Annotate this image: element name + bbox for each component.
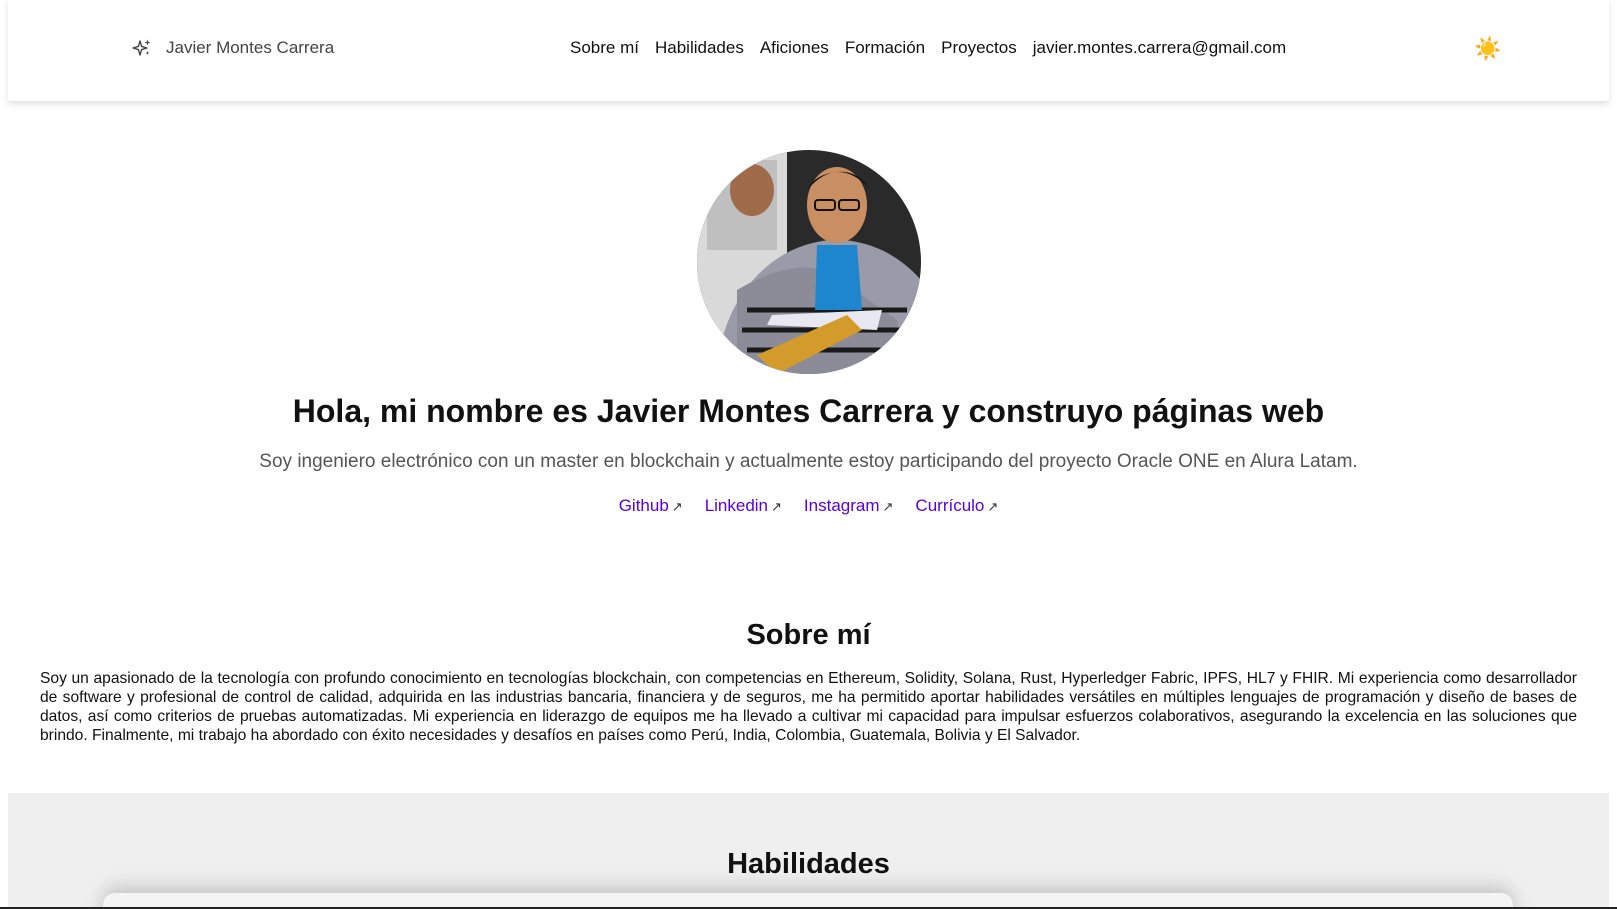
external-link-icon: ↗ (671, 499, 683, 514)
nav-item-sobre-mi[interactable]: Sobre mí (570, 38, 639, 58)
nav-item-aficiones[interactable]: Aficiones (760, 38, 829, 58)
nav-item-proyectos[interactable]: Proyectos (941, 38, 1017, 58)
top-navbar: Javier Montes Carrera Sobre mí Habilidad… (8, 0, 1609, 101)
github-link-label: Github (618, 496, 669, 515)
hero-title: Hola, mi nombre es Javier Montes Carrera… (292, 393, 1325, 429)
curriculo-link-label: Currículo (915, 496, 985, 515)
curriculo-link[interactable]: Currículo ↗ (915, 496, 998, 516)
instagram-link-label: Instagram (803, 496, 880, 515)
about-paragraph: Soy un apasionado de la tecnología con p… (40, 670, 1577, 744)
external-link-icon: ↗ (882, 499, 894, 514)
main-nav: Sobre mí Habilidades Aficiones Formación… (570, 38, 1286, 58)
brand[interactable]: Javier Montes Carrera (132, 38, 334, 58)
nav-item-formacion[interactable]: Formación (845, 38, 925, 58)
nav-item-email[interactable]: javier.montes.carrera@gmail.com (1033, 38, 1286, 58)
sparkles-icon (132, 38, 152, 58)
portfolio-page: Javier Montes Carrera Sobre mí Habilidad… (0, 0, 1617, 909)
about-section-title: Sobre mí (746, 619, 871, 651)
brand-name: Javier Montes Carrera (166, 38, 335, 57)
hero-subtitle: Soy ingeniero electrónico con un master … (259, 451, 1358, 472)
external-link-icon: ↗ (987, 499, 999, 514)
linkedin-link[interactable]: Linkedin ↗ (705, 496, 782, 516)
linkedin-link-label: Linkedin (704, 496, 769, 515)
nav-item-habilidades[interactable]: Habilidades (655, 38, 744, 58)
instagram-link[interactable]: Instagram ↗ (804, 496, 894, 516)
avatar (697, 150, 921, 374)
external-link-icon: ↗ (771, 499, 782, 514)
sun-icon[interactable]: ☀️ (1474, 36, 1501, 62)
skills-section-title: Habilidades (727, 848, 890, 880)
github-link[interactable]: Github ↗ (619, 496, 683, 516)
social-links: Github ↗ Linkedin ↗ Instagram ↗ Currículo ↗ (0, 496, 1617, 516)
skills-section: Habilidades (8, 793, 1609, 909)
